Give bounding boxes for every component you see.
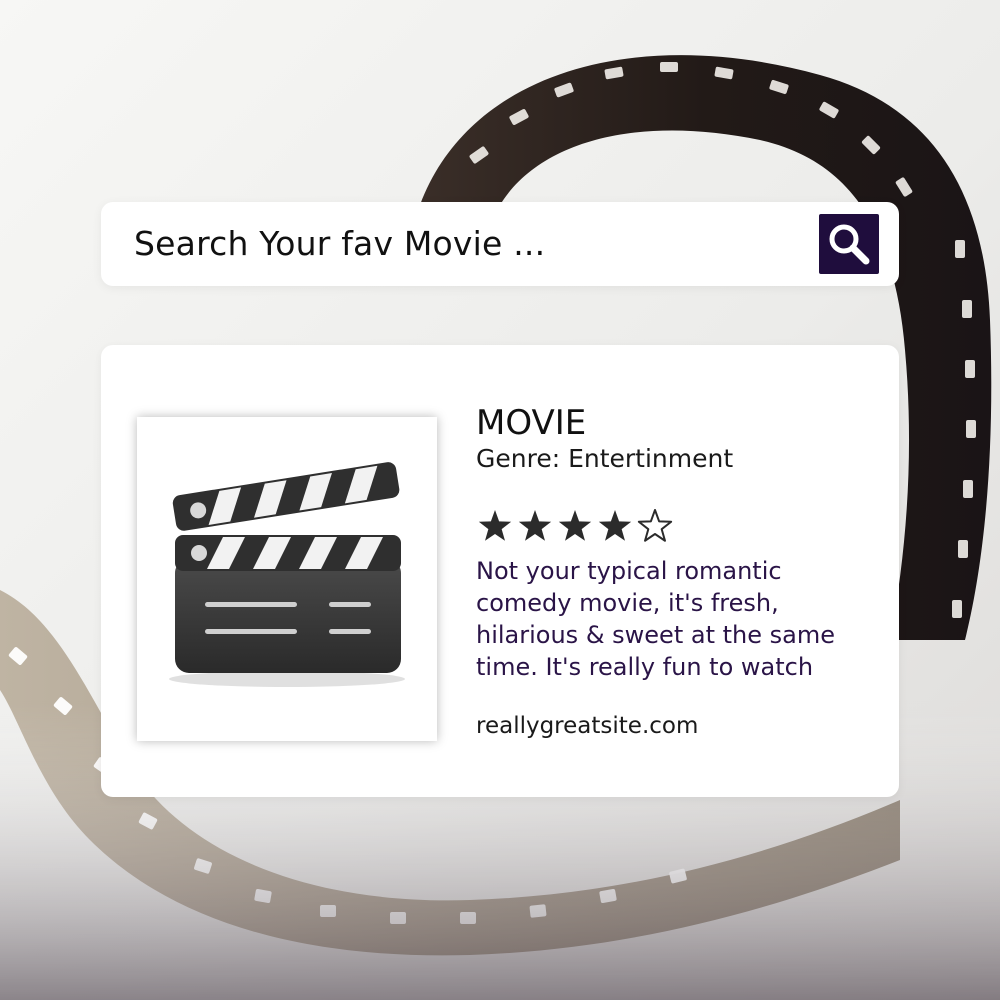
- movie-poster: [137, 417, 437, 741]
- movie-genre: Genre: Entertinment: [476, 444, 734, 473]
- star-empty-icon: [637, 509, 673, 542]
- movie-title: MOVIE: [476, 403, 587, 443]
- movie-review: Not your typical romantic comedy movie, …: [476, 557, 835, 681]
- search-bar[interactable]: Search Your fav Movie ...: [101, 202, 899, 286]
- star-rating: [476, 507, 674, 547]
- star-filled-icon: [518, 510, 552, 541]
- website-link[interactable]: reallygreatsite.com: [476, 711, 698, 741]
- star-filled-icon: [478, 510, 512, 541]
- magnifier-icon: [829, 224, 870, 265]
- star-filled-icon: [598, 510, 632, 541]
- search-button[interactable]: [819, 214, 879, 274]
- search-input[interactable]: Search Your fav Movie ...: [134, 222, 545, 266]
- movie-card[interactable]: MOVIE Genre: Entertinment Not your typic…: [101, 345, 899, 797]
- star-filled-icon: [558, 510, 592, 541]
- clapperboard-icon: [169, 462, 405, 687]
